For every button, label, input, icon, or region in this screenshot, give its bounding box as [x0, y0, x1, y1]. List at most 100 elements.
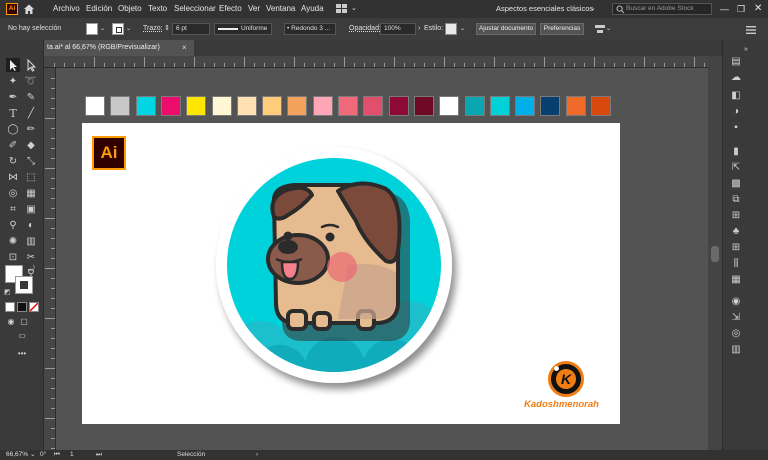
draw-normal-icon[interactable]: ◉: [4, 314, 18, 328]
workspace-switcher[interactable]: Aspectos esenciales clásicos: [496, 0, 593, 18]
swatch-0[interactable]: [85, 96, 105, 116]
libraries-panel-icon[interactable]: ☁: [729, 70, 743, 84]
eraser-tool-icon[interactable]: ◆: [24, 138, 38, 152]
swatch-3[interactable]: [161, 96, 181, 116]
style-dropdown-icon[interactable]: ⌄: [460, 18, 465, 40]
swatch-7[interactable]: [262, 96, 282, 116]
menu-efecto[interactable]: Efecto: [219, 0, 242, 18]
selection-tool-icon[interactable]: [6, 58, 20, 72]
swatch-8[interactable]: [287, 96, 307, 116]
swatch-17[interactable]: [515, 96, 535, 116]
swatch-11[interactable]: [363, 96, 383, 116]
curvature-tool-icon[interactable]: ✎: [24, 90, 38, 104]
color-panel-icon[interactable]: ◑: [729, 104, 743, 118]
swatch-2[interactable]: [136, 96, 156, 116]
slice-tool-icon[interactable]: ✂: [24, 250, 38, 264]
swatch-14[interactable]: [439, 96, 459, 116]
swatch-18[interactable]: [540, 96, 560, 116]
ellipse-tool-icon[interactable]: ◯: [6, 122, 20, 136]
menu-ayuda[interactable]: Ayuda: [301, 0, 324, 18]
workspace-dropdown-icon[interactable]: ⌄: [590, 0, 596, 18]
symbols-panel-icon[interactable]: ♣: [729, 224, 743, 238]
artboard-tool-icon[interactable]: ⊡: [6, 250, 20, 264]
fill-color-swatch[interactable]: [86, 23, 98, 35]
transform-panel-icon[interactable]: ⊞: [729, 240, 743, 254]
align-panel-icon[interactable]: ⫼: [729, 256, 743, 270]
status-menu-icon[interactable]: ›: [256, 450, 258, 460]
document-setup-button[interactable]: Ajustar documento: [476, 23, 536, 35]
lasso-tool-icon[interactable]: ➰: [24, 74, 38, 88]
swatch-5[interactable]: [212, 96, 232, 116]
width-tool-icon[interactable]: ⋈: [6, 170, 20, 184]
artboard-number[interactable]: 1: [70, 450, 74, 460]
menu-edicion[interactable]: Edición: [86, 0, 112, 18]
free-transform-tool-icon[interactable]: ⬚: [24, 170, 38, 184]
edit-toolbar-icon[interactable]: •••: [15, 346, 29, 360]
stock-search-field[interactable]: Buscar en Adobe Stock: [612, 3, 712, 15]
artboards-panel-icon[interactable]: ⧉: [729, 192, 743, 206]
swatch-19[interactable]: [566, 96, 586, 116]
menu-ver[interactable]: Ver: [248, 0, 260, 18]
color-mode-icon[interactable]: [5, 302, 15, 312]
stroke-stepper-icon[interactable]: ⇕: [164, 18, 170, 40]
direct-selection-tool-icon[interactable]: [24, 58, 38, 72]
last-artboard-icon[interactable]: ⏭: [96, 450, 102, 460]
swatch-10[interactable]: [338, 96, 358, 116]
home-icon[interactable]: [22, 2, 36, 16]
opacity-dropdown-icon[interactable]: ›: [418, 18, 420, 40]
swatch-12[interactable]: [389, 96, 409, 116]
mesh-tool-icon[interactable]: ⌗: [6, 202, 20, 216]
eyedropper-tool-icon[interactable]: ⚲: [6, 218, 20, 232]
image-trace-panel-icon[interactable]: ⊞: [729, 208, 743, 222]
properties-panel-icon[interactable]: ▤: [729, 54, 743, 68]
rotation-value[interactable]: 0°: [40, 450, 46, 460]
zoom-level[interactable]: 66,67%: [6, 450, 28, 460]
line-segment-tool-icon[interactable]: ╱: [24, 106, 38, 120]
minimize-window-button[interactable]: —: [720, 0, 729, 18]
brush-definition[interactable]: • Redondo 3 ...: [284, 23, 336, 35]
symbol-sprayer-tool-icon[interactable]: ✺: [6, 234, 20, 248]
menu-seleccionar[interactable]: Seleccionar: [174, 0, 216, 18]
document-tab[interactable]: ta.ai* al 66,67% (RGB/Previsualizar) ×: [44, 40, 194, 56]
brushes-panel-icon[interactable]: ▮: [729, 144, 743, 158]
zoom-dropdown-icon[interactable]: ⌄: [30, 450, 35, 460]
type-tool-icon[interactable]: T: [6, 106, 20, 120]
swap-fill-stroke-icon[interactable]: ⤾: [28, 264, 35, 274]
pathfinder-panel-icon[interactable]: ▦: [729, 272, 743, 286]
stroke-label[interactable]: Trazo:: [143, 18, 163, 40]
align-icon[interactable]: [594, 24, 606, 35]
opacity-field[interactable]: 100%: [380, 23, 416, 35]
stroke-panel-icon[interactable]: ◉: [729, 294, 743, 308]
screen-mode-icon[interactable]: ▭: [15, 328, 29, 342]
magic-wand-tool-icon[interactable]: ✦: [6, 74, 20, 88]
horizontal-ruler[interactable]: [44, 56, 708, 68]
swatch-4[interactable]: [186, 96, 206, 116]
gradient-mode-icon[interactable]: [17, 302, 27, 312]
swatch-9[interactable]: [313, 96, 333, 116]
export-panel-icon[interactable]: ⇱: [729, 160, 743, 174]
gradient-panel-icon[interactable]: ⇲: [729, 310, 743, 324]
menu-archivo[interactable]: Archivo: [53, 0, 80, 18]
menu-ventana[interactable]: Ventana: [266, 0, 295, 18]
paintbrush-tool-icon[interactable]: ✏: [24, 122, 38, 136]
stroke-weight-field[interactable]: 6 pt: [172, 23, 210, 35]
first-artboard-icon[interactable]: ⏮: [54, 450, 60, 460]
perspective-grid-tool-icon[interactable]: ▦: [24, 186, 38, 200]
align-dropdown-icon[interactable]: ⌄: [606, 18, 611, 40]
gradient-tool-icon[interactable]: ▣: [24, 202, 38, 216]
arrange-dropdown-icon[interactable]: ⌄: [351, 0, 357, 18]
none-mode-icon[interactable]: [29, 302, 39, 312]
stroke-dropdown-icon[interactable]: ⌄: [126, 18, 131, 40]
menu-texto[interactable]: Texto: [148, 0, 167, 18]
swatch-15[interactable]: [465, 96, 485, 116]
draw-behind-icon[interactable]: ▢: [17, 314, 31, 328]
artboard[interactable]: Ai K Kadoshmenorah: [82, 123, 620, 424]
graphic-styles-panel-icon[interactable]: ▥: [729, 342, 743, 356]
variable-width-profile[interactable]: Uniforme: [214, 23, 272, 35]
rotate-tool-icon[interactable]: ↻: [6, 154, 20, 168]
scroll-thumb[interactable]: [711, 246, 719, 262]
shaper-tool-icon[interactable]: ✐: [6, 138, 20, 152]
vertical-ruler[interactable]: [44, 68, 56, 450]
pen-tool-icon[interactable]: ✒: [6, 90, 20, 104]
swatch-13[interactable]: [414, 96, 434, 116]
